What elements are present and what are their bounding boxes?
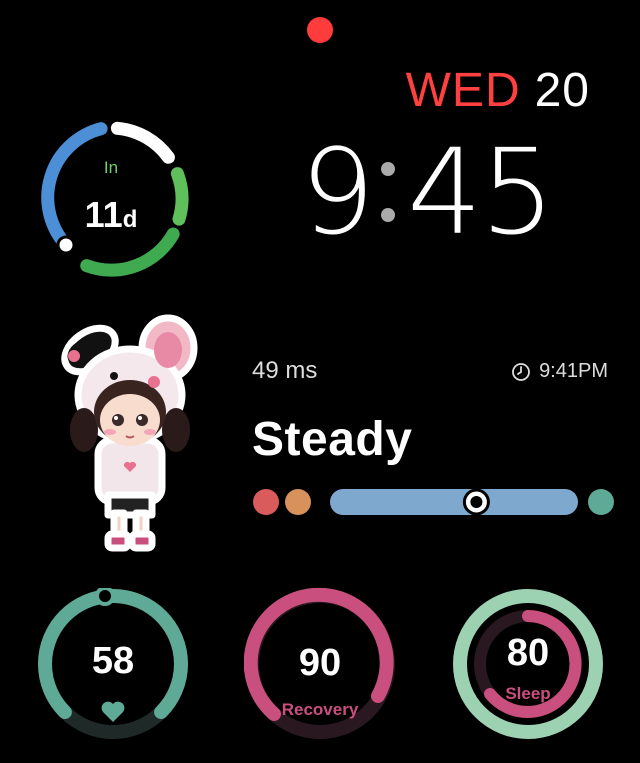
scale-low-dot (253, 489, 279, 515)
heart-icon (101, 701, 125, 722)
time-display[interactable]: 9 45 (300, 122, 555, 262)
in-days-complication[interactable]: In 11d (30, 118, 192, 280)
recovery-complication[interactable]: 90 Recovery (243, 587, 396, 740)
day-of-month: 20 (534, 64, 590, 117)
sleep-label: Sleep (505, 684, 551, 703)
time-minutes: 45 (407, 123, 555, 261)
scale-marker-center (470, 496, 483, 508)
notification-dot[interactable] (307, 17, 333, 43)
avatar[interactable] (50, 310, 210, 555)
in-days-value: 11d (84, 194, 138, 235)
in-label: In (103, 158, 119, 177)
hrv-value: 49 ms (252, 357, 318, 384)
recovery-value: 90 (298, 642, 342, 684)
avatar-illustration (61, 314, 198, 552)
heart-rate-value: 58 (91, 640, 135, 682)
hrv-updated-time: 9:41PM (539, 360, 608, 382)
scale-normal-bar (330, 489, 578, 515)
hrv-updated: 9:41PM (511, 360, 608, 383)
sleep-value: 80 (506, 632, 550, 674)
scale-mid-low-dot (285, 489, 311, 515)
scale-high-dot (588, 489, 614, 515)
date-display: WED 20 (406, 63, 590, 118)
time-hours: 9 (300, 123, 375, 261)
clock-icon (512, 362, 530, 381)
hrv-scale (252, 487, 624, 517)
heart-rate-complication[interactable]: 58 (37, 586, 189, 740)
hrv-status: Steady (252, 413, 413, 466)
weekday: WED (405, 64, 521, 117)
time-colon (381, 162, 396, 222)
sleep-complication[interactable]: 80 Sleep (452, 588, 604, 740)
recovery-label: Recovery (281, 700, 359, 719)
